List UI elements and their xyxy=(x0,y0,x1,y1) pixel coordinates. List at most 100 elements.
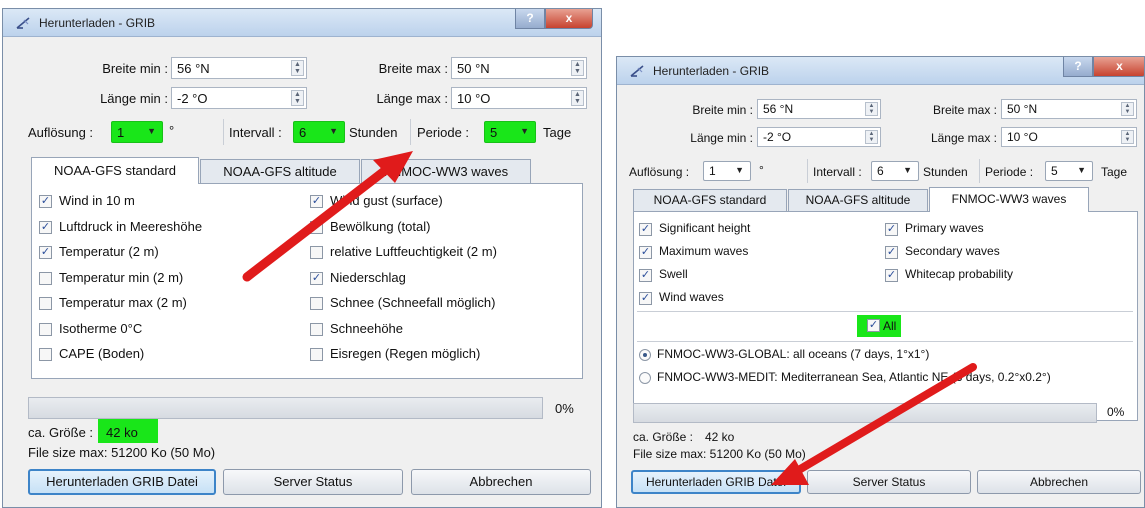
resolution-combo[interactable]: 1 ▼ xyxy=(111,121,163,143)
option-checkbox[interactable]: ✓ xyxy=(639,292,652,305)
option-label: relative Luftfeuchtigkeit (2 m) xyxy=(330,244,497,259)
close-button[interactable]: x xyxy=(545,9,593,29)
progress-percent: 0% xyxy=(555,401,574,416)
spin-arrows-icon[interactable]: ▲ ▼ xyxy=(571,60,584,76)
option-checkbox[interactable]: ✓ xyxy=(39,246,52,259)
option-checkbox[interactable]: ✓ xyxy=(885,246,898,259)
lat-max-spinbox[interactable]: 50 °N ▲ ▼ xyxy=(1001,99,1137,119)
spin-arrows-icon[interactable]: ▲ ▼ xyxy=(291,60,304,76)
option-checkbox[interactable] xyxy=(39,348,52,361)
dropdown-caret-icon: ▼ xyxy=(1077,165,1086,175)
period-combo[interactable]: 5 ▼ xyxy=(484,121,536,143)
checkmark-icon: ✓ xyxy=(40,220,51,233)
lon-min-spinbox[interactable]: -2 °O ▲ ▼ xyxy=(171,87,307,109)
option-checkbox[interactable] xyxy=(39,322,52,336)
option-label: Secondary waves xyxy=(905,244,1000,258)
tab-label: FNMOC-WW3 waves xyxy=(951,192,1067,206)
tab-fnmoc-ww3-waves[interactable]: FNMOC-WW3 waves xyxy=(361,159,531,184)
title-bar[interactable]: Herunterladen - GRIB ? x xyxy=(617,57,1144,85)
lon-min-label: Länge min : xyxy=(100,91,168,106)
option-label: Temperatur max (2 m) xyxy=(59,295,187,310)
option-checkbox[interactable] xyxy=(310,322,323,336)
spin-arrows-icon[interactable]: ▲ ▼ xyxy=(1121,130,1134,144)
tab-fnmoc-ww3-waves[interactable]: FNMOC-WW3 waves xyxy=(929,187,1089,212)
option-checkbox[interactable]: ✓ xyxy=(39,220,52,234)
checkmark-icon: ✓ xyxy=(40,195,51,207)
interval-combo[interactable]: 6 ▼ xyxy=(293,121,345,143)
all-checkbox[interactable]: ✓ xyxy=(867,319,880,332)
option-checkbox[interactable] xyxy=(39,271,52,285)
size-label: ca. Größe : xyxy=(28,425,94,440)
lon-min-spinbox[interactable]: -2 °O ▲ ▼ xyxy=(757,127,881,147)
option-checkbox[interactable]: ✓ xyxy=(39,195,52,208)
model-label: FNMOC-WW3-GLOBAL: all oceans (7 days, 1°… xyxy=(657,347,930,361)
title-bar[interactable]: Herunterladen - GRIB ? x xyxy=(3,9,601,37)
button-label: Herunterladen GRIB Datei xyxy=(46,474,198,489)
lon-max-spinbox[interactable]: 10 °O ▲ ▼ xyxy=(1001,127,1137,147)
option-checkbox[interactable] xyxy=(310,297,323,310)
grib-app-icon xyxy=(630,65,644,77)
spin-arrows-icon[interactable]: ▲ ▼ xyxy=(865,102,878,116)
tab-noaa-gfs-altitude[interactable]: NOAA-GFS altitude xyxy=(788,189,928,211)
period-label: Periode : xyxy=(985,165,1034,179)
separator xyxy=(223,119,224,145)
lat-max-label: Breite max : xyxy=(932,103,997,117)
cancel-button[interactable]: Abbrechen xyxy=(411,469,591,495)
option-label: Wind gust (surface) xyxy=(330,193,443,208)
download-grib-button[interactable]: Herunterladen GRIB Datei xyxy=(631,470,801,494)
option-label: Isotherme 0°C xyxy=(59,320,143,336)
spin-arrows-icon[interactable]: ▲ ▼ xyxy=(865,130,878,144)
tab-noaa-gfs-altitude[interactable]: NOAA-GFS altitude xyxy=(200,159,360,184)
cancel-button[interactable]: Abbrechen xyxy=(977,470,1141,494)
model-radio[interactable] xyxy=(639,372,651,384)
option-checkbox[interactable]: ✓ xyxy=(310,195,323,208)
period-combo[interactable]: 5 ▼ xyxy=(1045,161,1093,181)
checkmark-icon: ✓ xyxy=(886,223,897,235)
option-label: Temperatur min (2 m) xyxy=(59,269,184,285)
interval-unit: Stunden xyxy=(923,165,968,179)
close-button[interactable]: x xyxy=(1093,57,1144,77)
option-checkbox[interactable]: ✓ xyxy=(639,246,652,259)
tab-noaa-gfs-standard[interactable]: NOAA-GFS standard xyxy=(633,189,787,211)
dropdown-caret-icon: ▼ xyxy=(903,165,912,175)
server-status-button[interactable]: Server Status xyxy=(223,469,403,495)
resolution-combo[interactable]: 1 ▼ xyxy=(703,161,751,181)
lat-min-spinbox[interactable]: 56 °N ▲ ▼ xyxy=(757,99,881,119)
dialog-body: Breite min : 56 °N ▲ ▼ Breite max : 50 °N… xyxy=(3,37,601,507)
button-label: Abbrechen xyxy=(469,474,533,489)
lon-max-label: Länge max : xyxy=(376,91,448,106)
spin-arrows-icon[interactable]: ▲ ▼ xyxy=(291,90,304,106)
tab-label: NOAA-GFS standard xyxy=(653,193,767,207)
download-progress-bar xyxy=(633,403,1097,423)
period-unit: Tage xyxy=(543,125,572,140)
model-radio[interactable] xyxy=(639,349,651,361)
lat-max-spinbox[interactable]: 50 °N ▲ ▼ xyxy=(451,57,587,79)
dropdown-caret-icon: ▼ xyxy=(520,126,529,136)
spin-arrows-icon[interactable]: ▲ ▼ xyxy=(571,90,584,106)
option-checkbox[interactable]: ✓ xyxy=(310,271,323,285)
download-grib-button[interactable]: Herunterladen GRIB Datei xyxy=(28,469,216,495)
option-checkbox[interactable] xyxy=(39,297,52,310)
option-checkbox[interactable] xyxy=(310,220,323,234)
option-checkbox[interactable]: ✓ xyxy=(885,269,898,282)
checkmark-icon: ✓ xyxy=(640,223,651,235)
interval-combo[interactable]: 6 ▼ xyxy=(871,161,919,181)
separator xyxy=(410,119,411,145)
spin-arrows-icon[interactable]: ▲ ▼ xyxy=(1121,102,1134,116)
option-checkbox[interactable]: ✓ xyxy=(639,223,652,236)
dropdown-caret-icon: ▼ xyxy=(147,126,156,136)
option-checkbox[interactable] xyxy=(310,348,323,361)
size-value: 42 ko xyxy=(106,425,138,440)
option-checkbox[interactable] xyxy=(310,246,323,259)
lon-max-value: 10 °O xyxy=(457,91,491,106)
checkmark-icon: ✓ xyxy=(868,319,879,331)
option-checkbox[interactable]: ✓ xyxy=(885,223,898,236)
tab-noaa-gfs-standard[interactable]: NOAA-GFS standard xyxy=(31,157,199,184)
lat-min-spinbox[interactable]: 56 °N ▲ ▼ xyxy=(171,57,307,79)
help-button[interactable]: ? xyxy=(515,9,545,29)
lon-max-spinbox[interactable]: 10 °O ▲ ▼ xyxy=(451,87,587,109)
help-button[interactable]: ? xyxy=(1063,57,1093,77)
server-status-button[interactable]: Server Status xyxy=(807,470,971,494)
option-checkbox[interactable]: ✓ xyxy=(639,269,652,282)
size-label: ca. Größe : xyxy=(633,430,694,444)
